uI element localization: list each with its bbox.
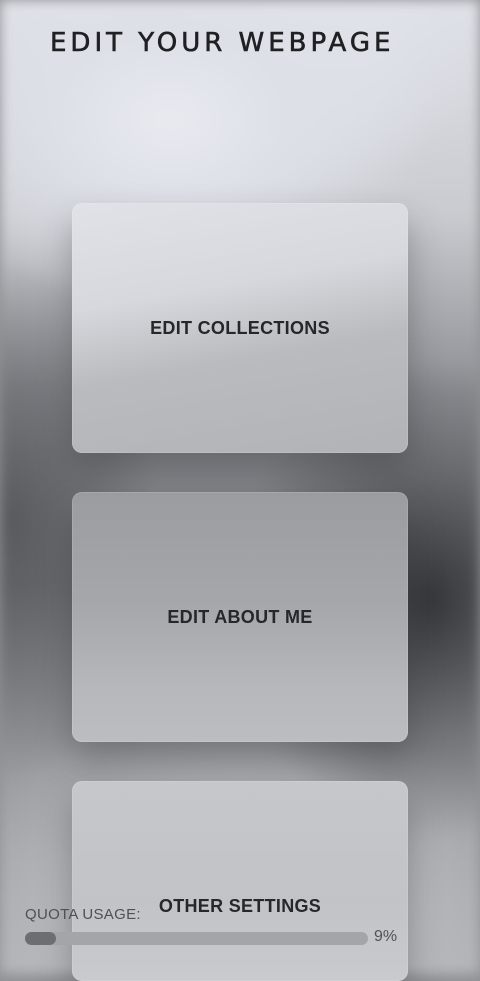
quota-usage-row: 9% [25,928,405,946]
edit-about-me-card[interactable]: EDIT ABOUT ME [72,492,408,742]
quota-progress-track [25,932,368,945]
other-settings-card[interactable]: OTHER SETTINGS [72,781,408,981]
edit-collections-card[interactable]: EDIT COLLECTIONS [72,203,408,453]
edit-collections-label: EDIT COLLECTIONS [150,317,330,338]
edit-about-me-label: EDIT ABOUT ME [167,606,313,627]
quota-usage-label: QUOTA USAGE: [25,906,141,923]
quota-progress-fill [25,932,56,945]
quota-usage: QUOTA USAGE: 9% [25,906,405,945]
quota-percent-text: 9% [374,928,398,945]
page-title: EDIT YOUR WEBPAGE [50,28,395,59]
